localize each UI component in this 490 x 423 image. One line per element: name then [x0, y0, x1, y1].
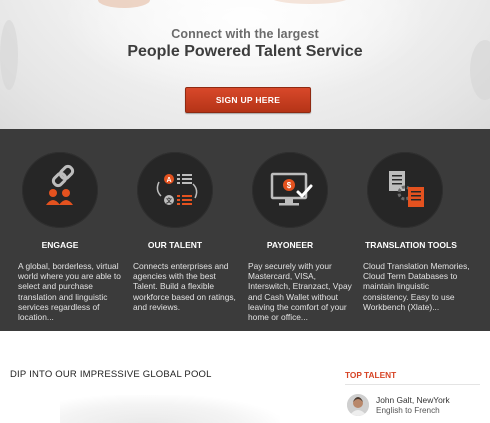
documents-gear-icon [367, 152, 443, 228]
talent-name[interactable]: John Galt, NewYork [376, 395, 450, 405]
talent-languages: English to French [376, 406, 440, 415]
divider [345, 384, 480, 385]
avatar[interactable] [347, 394, 369, 416]
global-pool-section: DIP INTO OUR IMPRESSIVE GLOBAL POOL TOP … [0, 331, 490, 423]
pool-title: DIP INTO OUR IMPRESSIVE GLOBAL POOL [10, 369, 212, 380]
feature-description: Cloud Translation Memories, Cloud Term D… [363, 261, 470, 312]
hero-subtitle: Connect with the largest [171, 27, 319, 41]
svg-text:$: $ [287, 181, 292, 190]
feature-title: OUR TALENT [147, 240, 203, 250]
feature-description: Pay securely with your Mastercard, VISA,… [248, 261, 352, 323]
features-band: ENGAGE A global, borderless, virtual wor… [0, 129, 490, 331]
feature-title: PAYONEER [266, 240, 314, 250]
feature-title: TRANSLATION TOOLS [365, 240, 457, 250]
hero-title: People Powered Talent Service [127, 43, 363, 60]
signup-button[interactable]: SIGN UP HERE [185, 87, 311, 113]
language-swap-icon: A 文 [137, 152, 213, 228]
svg-text:文: 文 [165, 197, 173, 205]
chain-people-icon [22, 152, 98, 228]
svg-text:A: A [166, 177, 171, 184]
feature-title: ENGAGE [41, 240, 79, 250]
payment-monitor-icon: $ [252, 152, 328, 228]
feature-description: A global, borderless, virtual world wher… [18, 261, 121, 323]
hero-banner: Connect with the largest People Powered … [0, 0, 490, 129]
top-talent-heading: TOP TALENT [345, 370, 397, 380]
feature-description: Connects enterprises and agencies with t… [133, 261, 236, 312]
world-map-image [60, 395, 280, 423]
